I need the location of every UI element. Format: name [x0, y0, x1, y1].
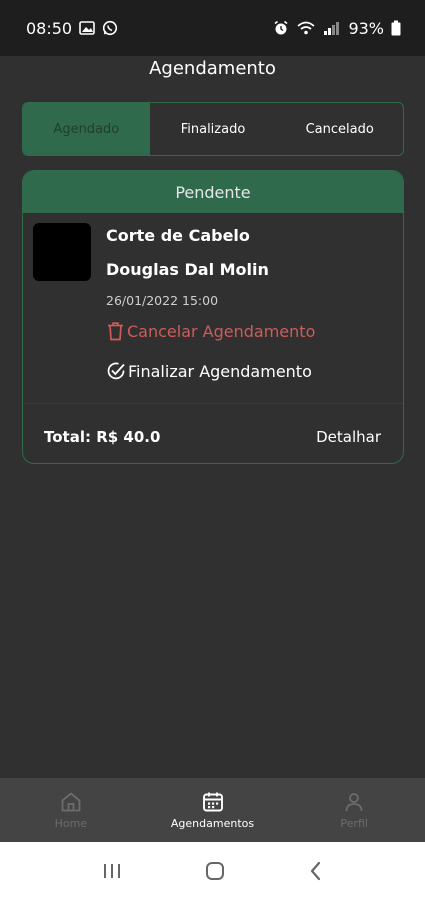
- card-status: Pendente: [23, 171, 403, 213]
- back-icon[interactable]: [308, 860, 324, 882]
- nav-home-label: Home: [54, 817, 88, 830]
- wifi-icon: [296, 20, 316, 36]
- appointment-card: Pendente Corte de Cabelo Douglas Dal Mol…: [22, 170, 404, 464]
- nav-home[interactable]: Home: [0, 778, 142, 842]
- card-divider: [23, 403, 403, 404]
- finish-appointment-button[interactable]: Finalizar Agendamento: [106, 361, 312, 381]
- total-price: Total: R$ 40.0: [44, 428, 161, 446]
- bottom-navigation: Home Agendamentos Perfil: [0, 778, 425, 842]
- battery-icon: [391, 20, 401, 36]
- tab-cancelado[interactable]: Cancelado: [276, 103, 403, 155]
- gallery-icon: [79, 21, 95, 35]
- cancel-appointment-button[interactable]: Cancelar Agendamento: [106, 321, 315, 341]
- alarm-icon: [273, 20, 289, 36]
- whatsapp-icon: [102, 20, 118, 36]
- calendar-icon: [201, 790, 225, 814]
- finish-appointment-label: Finalizar Agendamento: [128, 361, 312, 381]
- professional-name: Douglas Dal Molin: [106, 260, 269, 279]
- clock: 08:50: [26, 18, 73, 38]
- status-left: 08:50: [26, 19, 118, 38]
- trash-icon: [106, 321, 125, 341]
- status-tabs: Agendado Finalizado Cancelado: [22, 102, 404, 156]
- check-circle-icon: [106, 361, 126, 381]
- nav-perfil-label: Perfil: [340, 817, 368, 830]
- person-icon: [342, 790, 366, 814]
- appointment-datetime: 26/01/2022 15:00: [106, 293, 219, 308]
- nav-perfil[interactable]: Perfil: [283, 778, 425, 842]
- nav-agendamentos[interactable]: Agendamentos: [142, 778, 284, 842]
- status-right: 93%: [273, 19, 401, 38]
- recent-apps-icon[interactable]: [101, 861, 123, 881]
- battery-percent: 93%: [348, 18, 384, 38]
- page-title: Agendamento: [149, 58, 276, 79]
- service-name: Corte de Cabelo: [106, 226, 250, 245]
- tab-finalizado[interactable]: Finalizado: [150, 103, 277, 155]
- tab-agendado[interactable]: Agendado: [23, 103, 150, 155]
- nav-agendamentos-label: Agendamentos: [170, 817, 255, 830]
- signal-icon: [323, 21, 341, 35]
- service-thumbnail: [33, 223, 91, 281]
- status-bar: 08:50 93%: [0, 0, 425, 56]
- home-button-icon[interactable]: [204, 860, 226, 882]
- cancel-appointment-label: Cancelar Agendamento: [127, 321, 316, 341]
- home-icon: [59, 790, 83, 814]
- system-navigation-bar: [0, 842, 425, 900]
- detail-button[interactable]: Detalhar: [316, 428, 381, 446]
